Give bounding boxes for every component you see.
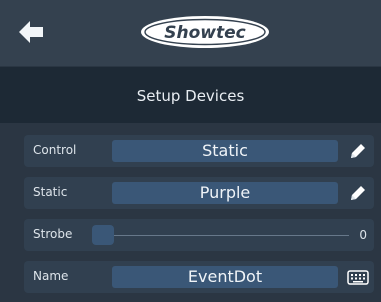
pencil-icon <box>351 144 365 158</box>
static-label: Static <box>33 185 68 199</box>
showtec-logo: Showtec <box>139 14 271 50</box>
svg-text:Showtec: Showtec <box>164 23 245 43</box>
settings-panel: Control Static Static Purple Strobe 0 Na… <box>0 123 381 302</box>
control-row: Control Static <box>24 135 374 167</box>
static-field[interactable]: Purple <box>112 182 338 204</box>
keyboard-icon <box>347 270 369 285</box>
strobe-slider-thumb[interactable] <box>92 225 114 245</box>
control-field[interactable]: Static <box>112 140 338 162</box>
control-edit-button[interactable] <box>348 141 368 161</box>
strobe-row: Strobe 0 <box>24 219 374 251</box>
name-label: Name <box>33 269 69 283</box>
keyboard-button[interactable] <box>347 270 369 285</box>
control-label: Control <box>33 143 77 157</box>
strobe-slider-track[interactable] <box>99 235 349 236</box>
top-bar: Showtec <box>0 0 381 66</box>
strobe-value: 0 <box>359 228 367 242</box>
page-title: Setup Devices <box>136 87 245 105</box>
strobe-label: Strobe <box>33 227 73 241</box>
title-bar: Setup Devices <box>0 66 381 124</box>
name-field[interactable]: EventDot <box>112 266 338 288</box>
static-edit-button[interactable] <box>348 183 368 203</box>
name-row: Name EventDot <box>24 261 374 293</box>
back-button[interactable] <box>17 19 47 45</box>
static-row: Static Purple <box>24 177 374 209</box>
pencil-icon <box>351 186 365 200</box>
arrow-left-icon <box>19 21 43 43</box>
